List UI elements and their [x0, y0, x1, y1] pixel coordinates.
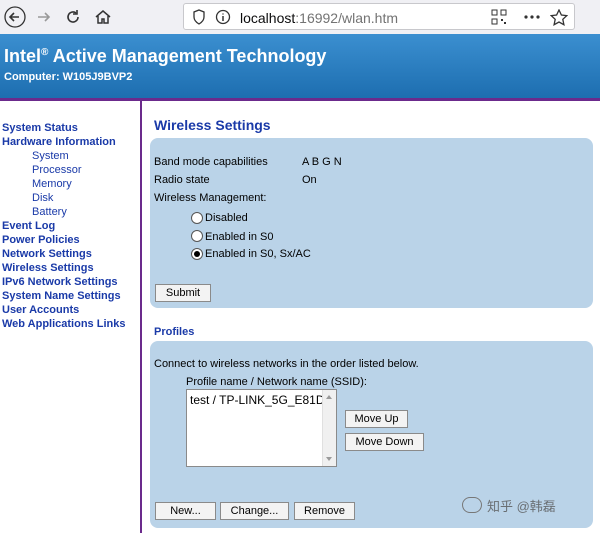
more-actions-icon: [524, 15, 540, 19]
new-profile-button[interactable]: New...: [155, 502, 216, 520]
radio-enabled-s0[interactable]: [191, 230, 203, 242]
submit-button[interactable]: Submit: [155, 284, 211, 302]
radio-enabled-s0-sx-label[interactable]: Enabled in S0, Sx/AC: [205, 248, 311, 260]
reload-icon: [67, 10, 79, 23]
browser-toolbar: localhost:16992/wlan.htm: [0, 0, 600, 35]
sidebar-item-wireless-settings[interactable]: Wireless Settings: [2, 262, 94, 274]
listbox-scrollbar[interactable]: [322, 390, 336, 466]
sidebar-item-ipv6-network-settings[interactable]: IPv6 Network Settings: [2, 276, 118, 288]
shield-icon: [193, 9, 205, 25]
radio-state-value: On: [302, 174, 317, 186]
radio-disabled[interactable]: [191, 212, 203, 224]
page-title: Wireless Settings: [154, 117, 271, 133]
radio-disabled-label[interactable]: Disabled: [205, 212, 248, 224]
address-bar[interactable]: localhost:16992/wlan.htm: [183, 3, 575, 30]
qr-code-icon: [491, 9, 507, 25]
wireless-management-label: Wireless Management:: [154, 192, 267, 204]
back-button[interactable]: [3, 5, 27, 29]
profile-listbox[interactable]: test / TP-LINK_5G_E81D: [186, 389, 337, 467]
scroll-down-icon[interactable]: [326, 457, 332, 461]
scroll-up-icon[interactable]: [326, 395, 332, 399]
url-text: localhost:16992/wlan.htm: [240, 10, 398, 26]
sidebar-divider: [140, 101, 142, 533]
sidebar-item-disk[interactable]: Disk: [32, 192, 53, 204]
move-down-button[interactable]: Move Down: [345, 433, 424, 451]
reload-button[interactable]: [61, 5, 85, 29]
home-button[interactable]: [91, 5, 115, 29]
sidebar-item-system-status[interactable]: System Status: [2, 122, 78, 134]
info-icon: [215, 9, 231, 25]
sidebar-item-processor[interactable]: Processor: [32, 164, 82, 176]
forward-arrow-icon: [38, 12, 51, 22]
list-item[interactable]: test / TP-LINK_5G_E81D: [190, 393, 325, 407]
profiles-title: Profiles: [154, 326, 195, 338]
watermark-logo-icon: [462, 497, 482, 513]
back-arrow-icon: [4, 6, 26, 28]
home-icon: [95, 10, 111, 24]
bookmark-star-icon: [550, 9, 568, 26]
move-up-button[interactable]: Move Up: [345, 410, 408, 428]
sidebar-item-battery[interactable]: Battery: [32, 206, 67, 218]
sidebar-item-network-settings[interactable]: Network Settings: [2, 248, 92, 260]
remove-profile-button[interactable]: Remove: [294, 502, 355, 520]
profiles-intro: Connect to wireless networks in the orde…: [154, 358, 419, 370]
app-title: Intel® Active Management Technology: [4, 46, 327, 66]
computer-name: Computer: W105J9BVP2: [4, 71, 133, 83]
forward-button[interactable]: [32, 5, 56, 29]
sidebar-item-web-applications-links[interactable]: Web Applications Links: [2, 318, 125, 330]
sidebar-item-system-name-settings[interactable]: System Name Settings: [2, 290, 121, 302]
radio-enabled-s0-sx[interactable]: [191, 248, 203, 260]
sidebar-item-event-log[interactable]: Event Log: [2, 220, 55, 232]
change-profile-button[interactable]: Change...: [220, 502, 289, 520]
sidebar: System Status Hardware Information Syste…: [0, 101, 140, 533]
radio-enabled-s0-label[interactable]: Enabled in S0: [205, 231, 274, 243]
sidebar-item-power-policies[interactable]: Power Policies: [2, 234, 80, 246]
profile-list-label: Profile name / Network name (SSID):: [186, 376, 367, 388]
radio-state-label: Radio state: [154, 174, 210, 186]
sidebar-item-system[interactable]: System: [32, 150, 69, 162]
watermark: 知乎 @韩磊: [487, 499, 556, 514]
sidebar-item-memory[interactable]: Memory: [32, 178, 72, 190]
sidebar-item-hardware-information[interactable]: Hardware Information: [2, 136, 116, 148]
band-mode-value: A B G N: [302, 156, 342, 168]
band-mode-label: Band mode capabilities: [154, 156, 268, 168]
sidebar-item-user-accounts[interactable]: User Accounts: [2, 304, 79, 316]
